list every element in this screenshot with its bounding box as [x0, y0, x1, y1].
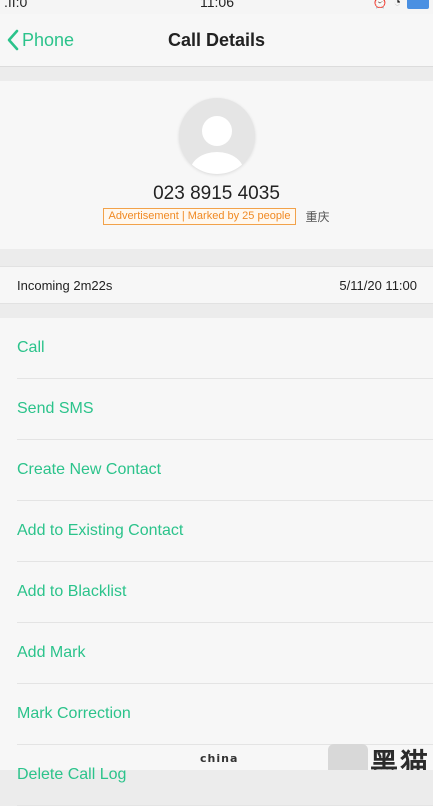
- action-label: Create New Contact: [17, 461, 162, 478]
- action-label: Call: [17, 339, 45, 356]
- spam-mark-badge: Advertisement | Marked by 25 people: [103, 208, 296, 225]
- call-record-row: Incoming 2m22s 5/11/20 11:00: [0, 266, 433, 304]
- watermark-logo: 黑猫: [328, 740, 433, 770]
- battery-icon: [407, 0, 429, 9]
- phone-number: 023 8915 4035: [153, 183, 280, 204]
- chevron-left-icon: [7, 29, 19, 51]
- watermark-logo-text: 黑猫: [370, 748, 431, 770]
- add-mark-button[interactable]: Add Mark: [17, 623, 433, 684]
- call-type-duration: Incoming 2m22s: [17, 278, 113, 293]
- avatar-body-shape: [190, 152, 244, 174]
- call-button[interactable]: Call: [17, 318, 433, 379]
- status-time: 11:06: [200, 0, 234, 10]
- avatar: [179, 98, 255, 174]
- back-button[interactable]: Phone: [6, 14, 74, 66]
- cat-logo-icon: [328, 744, 368, 770]
- back-label: Phone: [22, 29, 75, 50]
- contact-card: 023 8915 4035 Advertisement | Marked by …: [0, 81, 433, 249]
- action-label: Delete Call Log: [17, 766, 127, 783]
- action-label: Add Mark: [17, 644, 86, 661]
- status-icons: ⏰ ◔: [373, 0, 429, 9]
- status-bar: .ıı:0 11:06 ⏰ ◔: [0, 0, 433, 14]
- action-label: Add to Blacklist: [17, 583, 127, 600]
- number-location: 重庆: [305, 210, 330, 224]
- action-label: Add to Existing Contact: [17, 522, 184, 539]
- navigation-bar: Phone Call Details: [0, 14, 433, 67]
- carrier-signal: .ıı:0: [4, 0, 28, 10]
- wifi-icon: ◔: [393, 0, 401, 9]
- create-new-contact-button[interactable]: Create New Contact: [17, 440, 433, 501]
- avatar-head-shape: [202, 116, 232, 146]
- call-date-time: 5/11/20 11:00: [339, 278, 417, 293]
- send-sms-button[interactable]: Send SMS: [17, 379, 433, 440]
- alarm-icon: ⏰: [372, 0, 388, 9]
- action-list: Call Send SMS Create New Contact Add to …: [0, 318, 433, 806]
- mark-correction-button[interactable]: Mark Correction: [17, 684, 433, 745]
- tag-row: Advertisement | Marked by 25 people 重庆: [0, 208, 433, 225]
- add-to-blacklist-button[interactable]: Add to Blacklist: [17, 562, 433, 623]
- action-label: Mark Correction: [17, 705, 131, 722]
- action-label: Send SMS: [17, 400, 94, 417]
- watermark-text: china: [200, 752, 239, 765]
- add-to-existing-contact-button[interactable]: Add to Existing Contact: [17, 501, 433, 562]
